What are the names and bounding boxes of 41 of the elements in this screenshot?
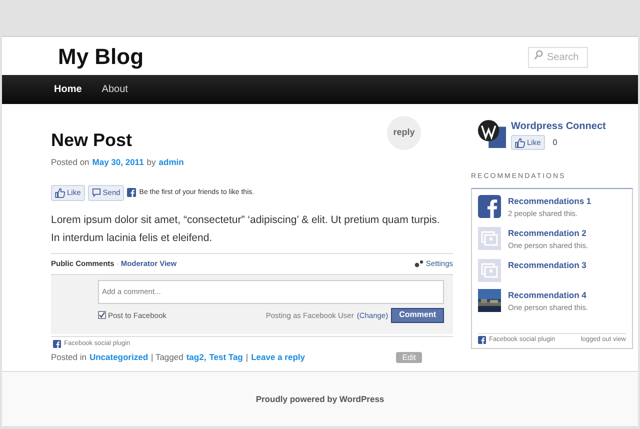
recommendation-link[interactable]: Recommendation 2 <box>508 226 588 240</box>
leave-reply-link[interactable]: Leave a reply <box>251 350 305 364</box>
facebook-icon <box>53 340 61 348</box>
comment-button[interactable]: Comment <box>391 308 444 323</box>
speech-bubble-icon <box>92 188 101 198</box>
tag-link[interactable]: Test Tag <box>209 350 243 364</box>
like-count: 0 <box>552 136 558 148</box>
facebook-icon <box>127 188 136 198</box>
author-link[interactable]: admin <box>158 156 184 169</box>
meta-text: Posted on <box>51 156 90 169</box>
post-title[interactable]: New Post <box>51 127 132 154</box>
footer-text: | <box>246 350 248 364</box>
footer-text: Posted in <box>51 350 86 364</box>
meta-text: by <box>146 156 156 169</box>
checkbox[interactable] <box>98 311 106 320</box>
recommendation-link[interactable]: Recommendation 3 <box>508 258 586 272</box>
nav-link[interactable]: Home <box>54 82 82 97</box>
recommendation-link[interactable]: Recommendation 4 <box>508 288 588 302</box>
search-icon <box>534 50 543 60</box>
nav-link[interactable]: About <box>102 82 128 97</box>
checkmark-icon <box>99 312 105 318</box>
gears-icon <box>414 260 424 268</box>
site-title[interactable]: My Blog <box>58 40 144 72</box>
footer-text: | Tagged <box>151 350 184 364</box>
date-link[interactable]: May 30, 2011 <box>92 156 144 169</box>
recommendation-link[interactable]: Recommendations 1 <box>508 194 592 208</box>
search-field[interactable]: Search <box>528 47 588 68</box>
post-paragraph: Lorem ipsum dolor sit amet, “consectetur” ‘adipiscing’ & elit. Ut pretium quam turpis. <box>51 212 441 228</box>
tag-link[interactable]: tag2, <box>186 350 206 364</box>
post-paragraph: In interdum lacinia felis et eleifend. <box>51 230 214 246</box>
wordpress-logo <box>477 119 506 148</box>
reply-bubble[interactable]: reply <box>387 116 421 150</box>
facebook-icon <box>478 336 486 344</box>
footer-credit[interactable]: Proudly powered by WordPress <box>256 392 384 406</box>
connect-title[interactable]: Wordpress Connect <box>511 119 606 134</box>
thumbs-up-icon <box>515 138 525 148</box>
placeholder-image-icon <box>478 258 501 282</box>
category-link[interactable]: Uncategorized <box>89 350 148 364</box>
thumbs-up-icon <box>55 188 65 198</box>
placeholder-image-icon <box>478 226 501 250</box>
facebook-icon <box>478 194 501 218</box>
